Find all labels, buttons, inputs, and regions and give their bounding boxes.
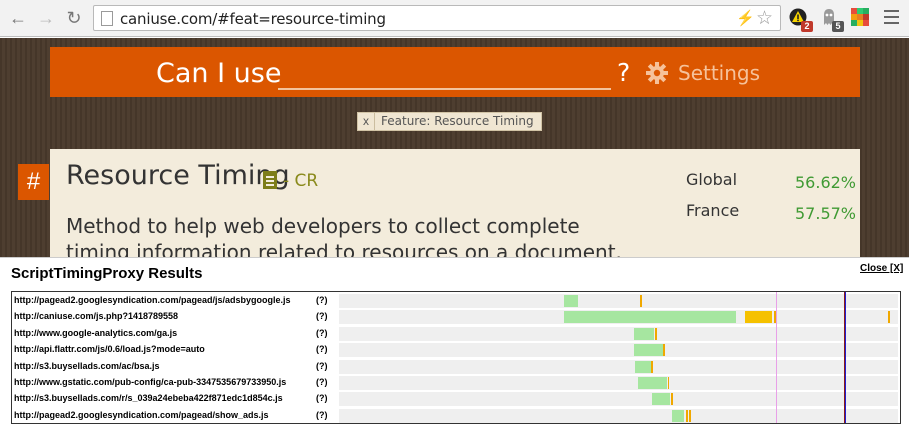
timing-segment [564, 295, 579, 307]
timing-track [339, 359, 898, 374]
spec-status[interactable]: - CR [283, 171, 318, 191]
browser-toolbar: ← → ↻ caniuse.com/#feat=resource-timing … [0, 0, 909, 37]
timing-track [339, 392, 898, 407]
timing-track [339, 376, 898, 390]
hamburger-menu-icon[interactable] [884, 10, 899, 24]
address-bar[interactable]: caniuse.com/#feat=resource-timing ⚡ ☆ [93, 5, 781, 31]
timing-segment [564, 311, 737, 324]
help-button[interactable]: ? [617, 58, 630, 87]
timing-row: http://pagead2.googlesyndication.com/pag… [12, 408, 900, 424]
extension-badge: 5 [832, 21, 844, 32]
timing-segment [671, 393, 673, 406]
timing-segment [652, 393, 670, 406]
remove-filter-button[interactable]: x [358, 113, 375, 130]
timing-segment [640, 295, 642, 307]
timing-segment [663, 344, 665, 357]
document-icon[interactable] [263, 171, 277, 189]
usage-value-country: 57.57% [795, 204, 857, 223]
script-status: (?) [316, 409, 328, 420]
search-input[interactable] [278, 58, 611, 90]
script-url: http://caniuse.com/js.php?1418789558 [14, 311, 179, 322]
panel-title: ScriptTimingProxy Results [11, 265, 203, 282]
forward-arrow-icon[interactable]: → [35, 7, 57, 29]
script-status: (?) [316, 360, 328, 371]
timing-segment [634, 344, 663, 357]
script-url: http://pagead2.googlesyndication.com/pag… [14, 409, 269, 420]
results-table: http://pagead2.googlesyndication.com/pag… [11, 291, 901, 424]
active-filter-tag: x Feature: Resource Timing [357, 112, 542, 131]
timing-track [339, 326, 898, 341]
timing-track [339, 343, 898, 358]
usage-label-country: France [686, 201, 740, 220]
script-status: (?) [316, 377, 328, 387]
filter-label: Feature: Resource Timing [381, 114, 534, 128]
script-status: (?) [316, 311, 328, 322]
timing-segment [667, 377, 670, 389]
script-status: (?) [316, 327, 328, 338]
feature-anchor-link[interactable]: # [18, 164, 49, 200]
timing-row: http://api.flattr.com/js/0.6/load.js?mod… [12, 342, 900, 358]
timing-segment [638, 377, 667, 389]
timing-row: http://caniuse.com/js.php?1418789558 (?) [12, 309, 900, 325]
timing-segment [745, 311, 773, 324]
reload-icon[interactable]: ↻ [63, 7, 85, 29]
script-status: (?) [316, 295, 328, 305]
script-url: http://www.google-analytics.com/ga.js [14, 327, 178, 338]
timing-row: http://www.gstatic.com/pub-config/ca-pub… [12, 375, 900, 391]
colorful-grid-extension-icon[interactable] [851, 8, 869, 26]
gear-icon[interactable] [646, 62, 668, 84]
timing-segment [689, 409, 692, 422]
page-icon [101, 11, 113, 26]
settings-link[interactable]: Settings [678, 61, 760, 85]
timing-row: http://pagead2.googlesyndication.com/pag… [12, 293, 900, 309]
extension-badge: 2 [801, 21, 813, 32]
feature-title: Resource Timing [66, 160, 290, 191]
timing-row: http://s3.buysellads.com/ac/bsa.js (?) [12, 359, 900, 375]
script-url: http://www.gstatic.com/pub-config/ca-pub… [14, 377, 287, 387]
lightning-icon[interactable]: ⚡ [736, 9, 755, 27]
timing-segment [686, 409, 688, 422]
search-header: Can I use ? Settings [50, 47, 860, 97]
feature-card: Resource Timing - CR Method to help web … [50, 149, 860, 269]
script-url: http://api.flattr.com/js/0.6/load.js?mod… [14, 344, 205, 355]
timing-segment [635, 360, 651, 373]
timing-segment [634, 327, 655, 340]
timing-marker-line [845, 292, 847, 423]
script-url: http://pagead2.googlesyndication.com/pag… [14, 295, 291, 305]
back-arrow-icon[interactable]: ← [7, 7, 29, 29]
timing-segment [887, 311, 890, 324]
timing-track [339, 408, 898, 423]
ghostery-extension-icon[interactable]: 5 [820, 8, 844, 32]
script-url: http://s3.buysellads.com/ac/bsa.js [14, 360, 160, 371]
timing-row: http://s3.buysellads.com/r/s_039a24ebeba… [12, 391, 900, 407]
timing-track [339, 310, 898, 325]
timing-track [339, 294, 898, 308]
close-panel-link[interactable]: Close [X] [860, 263, 903, 274]
script-timing-panel: ScriptTimingProxy Results Close [X] http… [0, 257, 909, 438]
timing-row: http://www.google-analytics.com/ga.js (?) [12, 326, 900, 342]
script-status: (?) [316, 344, 328, 355]
timing-segment [651, 360, 654, 373]
usage-label-global: Global [686, 170, 738, 189]
timing-segment [671, 409, 685, 422]
site-title[interactable]: Can I use [156, 58, 281, 89]
script-status: (?) [316, 393, 328, 404]
bookmark-star-icon[interactable]: ☆ [756, 7, 773, 30]
address-url[interactable]: caniuse.com/#feat=resource-timing [120, 10, 386, 28]
timing-segment [655, 327, 658, 340]
warning-extension-icon[interactable]: 2 [789, 8, 813, 32]
script-url: http://s3.buysellads.com/r/s_039a24ebeba… [14, 393, 283, 404]
usage-value-global: 56.62% [795, 173, 857, 192]
timing-marker-line [775, 292, 777, 423]
caniuse-page: Can I use ? Settings x Feature: Resource… [0, 38, 909, 269]
